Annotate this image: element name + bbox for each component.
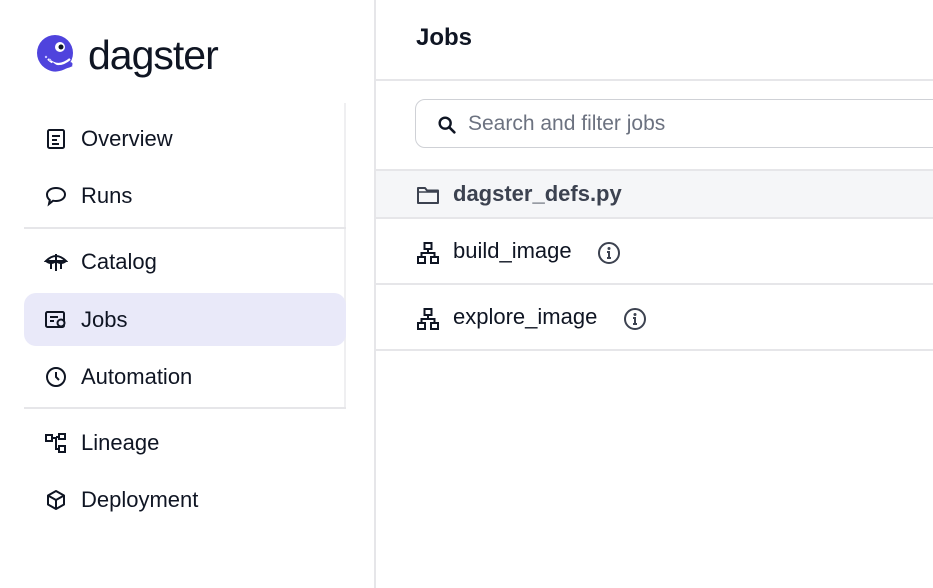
job-graph-icon: [417, 242, 439, 264]
sidebar-item-label: Runs: [81, 182, 133, 208]
sidebar-item-label: Automation: [81, 363, 193, 389]
sidebar-item-overview[interactable]: Overview: [24, 112, 346, 165]
sidebar-item-label: Lineage: [81, 429, 160, 455]
job-graph-icon: [417, 308, 439, 330]
sidebar-item-label: Catalog: [81, 248, 157, 274]
brand-name: dagster: [88, 32, 219, 78]
cube-icon: [47, 490, 65, 510]
overview-icon: [47, 129, 65, 149]
job-link[interactable]: explore_image: [453, 304, 597, 330]
search-icon: [438, 116, 456, 134]
sidebar: dagster Overview Runs Catalog Jobs Autom…: [0, 0, 376, 588]
folder-icon: [417, 187, 439, 204]
nav-divider: [24, 227, 346, 229]
header-divider: [376, 79, 933, 81]
job-link[interactable]: build_image: [453, 238, 572, 264]
search-input[interactable]: [468, 108, 928, 140]
dagster-logo-icon: [37, 35, 73, 72]
job-row-build-image[interactable]: build_image: [376, 219, 933, 285]
folder-row[interactable]: dagster_defs.py: [376, 169, 933, 219]
job-row-explore-image[interactable]: explore_image: [376, 285, 933, 351]
info-icon[interactable]: [597, 241, 621, 265]
folder-label: dagster_defs.py: [453, 181, 622, 206]
page-title: Jobs: [416, 24, 473, 51]
sidebar-item-runs[interactable]: Runs: [24, 169, 346, 222]
jobs-icon: [45, 311, 66, 328]
dagster-logo[interactable]: dagster: [34, 32, 219, 78]
sidebar-item-label: Jobs: [81, 306, 128, 332]
main-content: Jobs dagster_defs.py build_image: [376, 0, 933, 588]
sidebar-item-label: Overview: [81, 125, 173, 151]
nav-divider: [24, 407, 346, 409]
sidebar-item-label: Deployment: [81, 486, 199, 512]
sidebar-item-jobs[interactable]: Jobs: [24, 293, 346, 346]
clock-icon: [46, 367, 66, 387]
catalog-icon: [44, 254, 68, 271]
sidebar-item-automation[interactable]: Automation: [24, 350, 346, 403]
info-icon[interactable]: [623, 307, 647, 331]
runs-icon: [45, 186, 67, 207]
sidebar-item-catalog[interactable]: Catalog: [24, 235, 346, 288]
sidebar-item-lineage[interactable]: Lineage: [24, 416, 346, 469]
lineage-icon: [45, 433, 66, 453]
sidebar-item-deployment[interactable]: Deployment: [24, 473, 346, 526]
search-box[interactable]: [415, 99, 933, 148]
